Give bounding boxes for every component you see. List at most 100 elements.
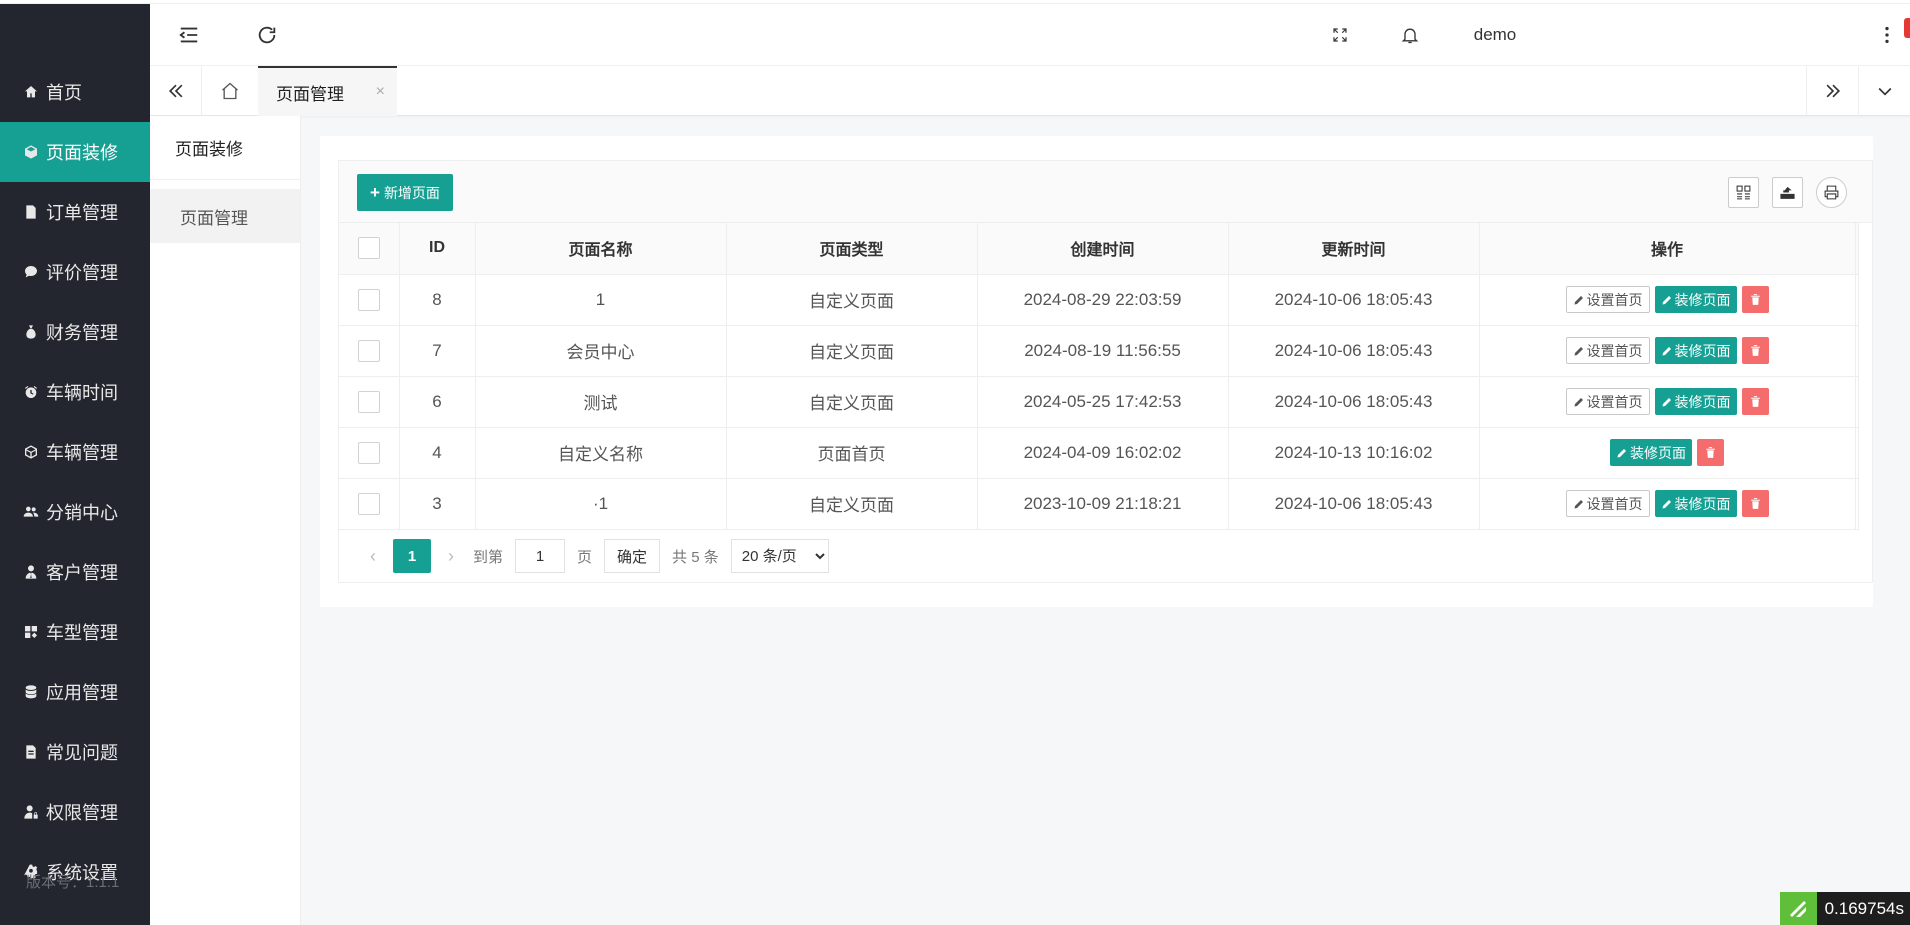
cell-type: 自定义页面: [726, 325, 978, 377]
pages-table: ID 页面名称 页面类型 创建时间 更新时间 操作 8 1 自定义页面 2024-08…: [339, 223, 1859, 530]
row-select-cell: [339, 325, 400, 377]
edge-indicator: [1904, 18, 1910, 38]
cell-name: 自定义名称: [475, 427, 727, 479]
cell-actions: 设置首页 装修页面: [1479, 274, 1856, 326]
decorate-page-button[interactable]: 装修页面: [1654, 286, 1737, 313]
sidebar-item-9[interactable]: 车型管理: [0, 602, 150, 662]
data-table-container: + 新增页面 ID 页面名称 页面类型 创建时间 更新时间 操作 8 1 自定义…: [338, 160, 1873, 583]
cell-id: 7: [399, 325, 476, 377]
sidebar-item-label: 权限管理: [46, 803, 118, 823]
table-row: 3·1 自定义页面 2023-10-09 21:18:21 2024-10-06 18…: [339, 478, 1859, 530]
sidebar-item-6[interactable]: 车辆管理: [0, 422, 150, 482]
pencil-icon: [1662, 346, 1671, 355]
row-checkbox[interactable]: [357, 492, 380, 515]
column-header-actions: 操作: [1479, 223, 1856, 275]
tab-page-management[interactable]: 页面管理 ×: [258, 66, 397, 116]
column-header-updated[interactable]: 更新时间: [1228, 223, 1480, 275]
goto-page-input[interactable]: [515, 539, 566, 573]
money-bag-icon: [22, 323, 40, 341]
tabs-scroll-left-button[interactable]: [150, 66, 202, 116]
row-select-cell: [339, 478, 400, 530]
tab-close-icon[interactable]: ×: [376, 83, 385, 101]
sidebar-item-5[interactable]: 车辆时间: [0, 362, 150, 422]
column-header-id[interactable]: ID: [399, 223, 476, 275]
set-home-label: 设置首页: [1586, 342, 1643, 359]
next-page-button[interactable]: ›: [437, 546, 465, 567]
column-header-name[interactable]: 页面名称: [475, 223, 727, 275]
page-size-select[interactable]: 10 条/页20 条/页30 条/页40 条/页50 条/页: [730, 539, 829, 573]
sidebar-item-label: 页面装修: [46, 143, 118, 163]
select-all-cell: [339, 223, 400, 275]
scroll-gutter: [1855, 223, 1859, 275]
more-options-button[interactable]: [1872, 4, 1902, 66]
decorate-page-button[interactable]: 装修页面: [1654, 337, 1737, 364]
scroll-gutter: [1855, 376, 1859, 428]
notification-button[interactable]: [1395, 4, 1425, 66]
column-header-created[interactable]: 创建时间: [977, 223, 1229, 275]
set-home-button[interactable]: 设置首页: [1565, 286, 1650, 313]
delete-button[interactable]: [1741, 490, 1769, 517]
database-icon: [22, 683, 40, 701]
print-button[interactable]: [1816, 177, 1847, 208]
fullscreen-button[interactable]: [1325, 4, 1355, 66]
decorate-page-button[interactable]: 装修页面: [1610, 439, 1692, 466]
decorate-page-button[interactable]: 装修页面: [1654, 490, 1737, 517]
export-icon: [1780, 186, 1795, 199]
row-checkbox[interactable]: [357, 441, 380, 464]
delete-button[interactable]: [1741, 286, 1769, 313]
tabs-dropdown-button[interactable]: [1858, 66, 1910, 116]
prev-page-button[interactable]: ‹: [359, 546, 387, 567]
sidebar-item-7[interactable]: 分销中心: [0, 482, 150, 542]
debug-timer-badge[interactable]: 0.169754s: [1779, 892, 1910, 925]
set-home-button[interactable]: 设置首页: [1565, 337, 1650, 364]
subnav-item-page-management[interactable]: 页面管理: [150, 189, 300, 243]
collapse-sidebar-button[interactable]: [174, 4, 204, 66]
export-button[interactable]: [1772, 177, 1803, 208]
sidebar-item-1[interactable]: 页面装修: [0, 122, 150, 182]
table-row: 6 测试 自定义页面 2024-05-25 17:42:53 2024-10-06 18…: [339, 376, 1859, 428]
version-label: 版本号：1.1.1: [26, 874, 120, 891]
refresh-button[interactable]: [252, 4, 282, 66]
pagination: ‹ 1 › 到第 页 确定 共 5 条 10 条/页20 条/页30 条/页40…: [339, 530, 1872, 583]
delete-button[interactable]: [1741, 337, 1769, 364]
delete-button[interactable]: [1741, 388, 1769, 415]
sidebar-item-label: 应用管理: [46, 683, 118, 703]
cell-actions: 设置首页 装修页面: [1479, 325, 1856, 377]
delete-button[interactable]: [1697, 439, 1724, 466]
row-actions: 设置首页 装修页面: [1480, 337, 1855, 364]
sidebar-item-4[interactable]: 财务管理: [0, 302, 150, 362]
scroll-gutter: [1855, 478, 1859, 530]
sidebar-item-0[interactable]: 首页: [0, 62, 150, 122]
column-filter-button[interactable]: [1728, 177, 1759, 208]
column-header-type[interactable]: 页面类型: [726, 223, 978, 275]
sidebar-item-12[interactable]: 权限管理: [0, 782, 150, 842]
decorate-page-label: 装修页面: [1674, 291, 1731, 308]
sidebar-item-2[interactable]: 订单管理: [0, 182, 150, 242]
row-checkbox[interactable]: [357, 339, 380, 362]
set-home-button[interactable]: 设置首页: [1565, 388, 1650, 415]
trash-icon: [1750, 345, 1760, 356]
select-all-checkbox[interactable]: [357, 237, 380, 260]
bell-icon: [1401, 28, 1419, 44]
sidebar-item-8[interactable]: 客户管理: [0, 542, 150, 602]
sidebar-logo-area: [0, 0, 150, 62]
tabs-scroll-right-button[interactable]: [1806, 66, 1858, 116]
cell-created: 2023-10-09 21:18:21: [977, 478, 1229, 530]
user-menu[interactable]: demo: [1450, 4, 1540, 66]
goto-confirm-button[interactable]: 确定: [604, 539, 661, 573]
row-checkbox[interactable]: [357, 390, 380, 413]
trash-icon: [1750, 294, 1760, 305]
sidebar-item-11[interactable]: 常见问题: [0, 722, 150, 782]
decorate-page-button[interactable]: 装修页面: [1654, 388, 1737, 415]
page-number-current[interactable]: 1: [393, 539, 431, 573]
tab-home[interactable]: [202, 66, 258, 116]
total-count: 共 5 条: [672, 548, 719, 566]
cell-id: 8: [399, 274, 476, 326]
sidebar-item-3[interactable]: 评价管理: [0, 242, 150, 302]
pencil-icon: [1617, 448, 1626, 457]
pencil-icon: [1574, 397, 1583, 406]
row-checkbox[interactable]: [357, 288, 380, 311]
sidebar-item-10[interactable]: 应用管理: [0, 662, 150, 722]
add-page-button[interactable]: + 新增页面: [357, 174, 453, 211]
set-home-button[interactable]: 设置首页: [1565, 490, 1650, 517]
